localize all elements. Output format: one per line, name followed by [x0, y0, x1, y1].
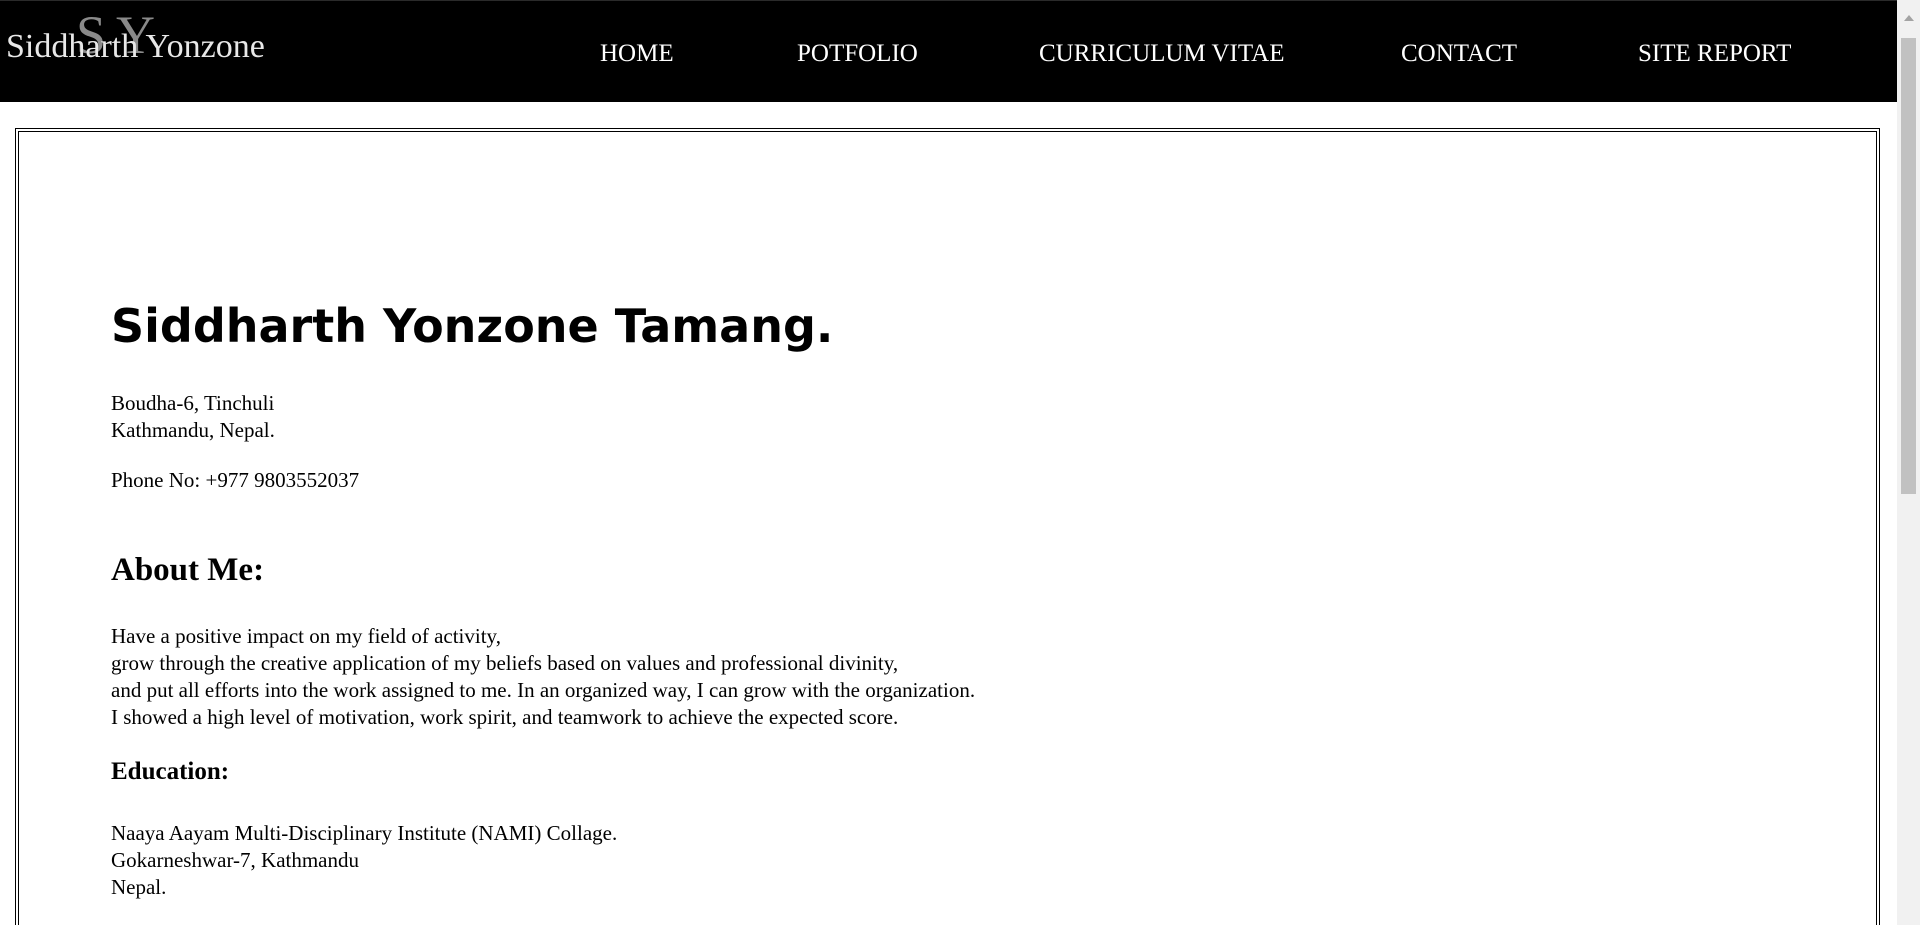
cv-content-panel: Siddharth Yonzone Tamang. Boudha-6, Tinc… [15, 128, 1880, 925]
vertical-scrollbar[interactable] [1897, 0, 1920, 925]
scrollbar-thumb[interactable] [1901, 38, 1916, 494]
main-nav: HOME POTFOLIO CURRICULUM VITAE CONTACT S… [0, 1, 1897, 103]
education-line: Gokarneshwar-7, Kathmandu [111, 848, 360, 872]
address-line: Kathmandu, Nepal. [111, 418, 275, 442]
education-block: Naaya Aayam Multi-Disciplinary Institute… [111, 820, 617, 901]
page-title: Siddharth Yonzone Tamang. [111, 299, 834, 353]
nav-curriculum-vitae-link[interactable]: CURRICULUM VITAE [1039, 39, 1284, 69]
education-line: Nepal. [111, 875, 167, 899]
address-line: Boudha-6, Tinchuli [111, 391, 275, 415]
nav-home-link[interactable]: HOME [600, 39, 674, 69]
nav-site-report-link[interactable]: SITE REPORT [1638, 39, 1791, 69]
about-line: grow through the creative application of… [111, 651, 899, 675]
nav-portfolio-link[interactable]: POTFOLIO [797, 39, 918, 69]
education-heading: Education: [111, 758, 230, 785]
page: SY Siddharth Yonzone HOME POTFOLIO CURRI… [0, 0, 1920, 925]
scroll-up-arrow-icon[interactable] [1897, 0, 1920, 34]
about-line: Have a positive impact on my field of ac… [111, 624, 501, 648]
about-line: I showed a high level of motivation, wor… [111, 705, 899, 729]
address-block: Boudha-6, Tinchuli Kathmandu, Nepal. [111, 390, 275, 444]
about-paragraph: Have a positive impact on my field of ac… [111, 623, 975, 731]
phone-number: Phone No: +977 9803552037 [111, 468, 360, 492]
nav-contact-link[interactable]: CONTACT [1401, 39, 1517, 69]
education-line: Naaya Aayam Multi-Disciplinary Institute… [111, 821, 618, 845]
about-line: and put all efforts into the work assign… [111, 678, 976, 702]
about-heading: About Me: [111, 552, 265, 588]
top-navigation-bar: SY Siddharth Yonzone HOME POTFOLIO CURRI… [0, 0, 1897, 102]
